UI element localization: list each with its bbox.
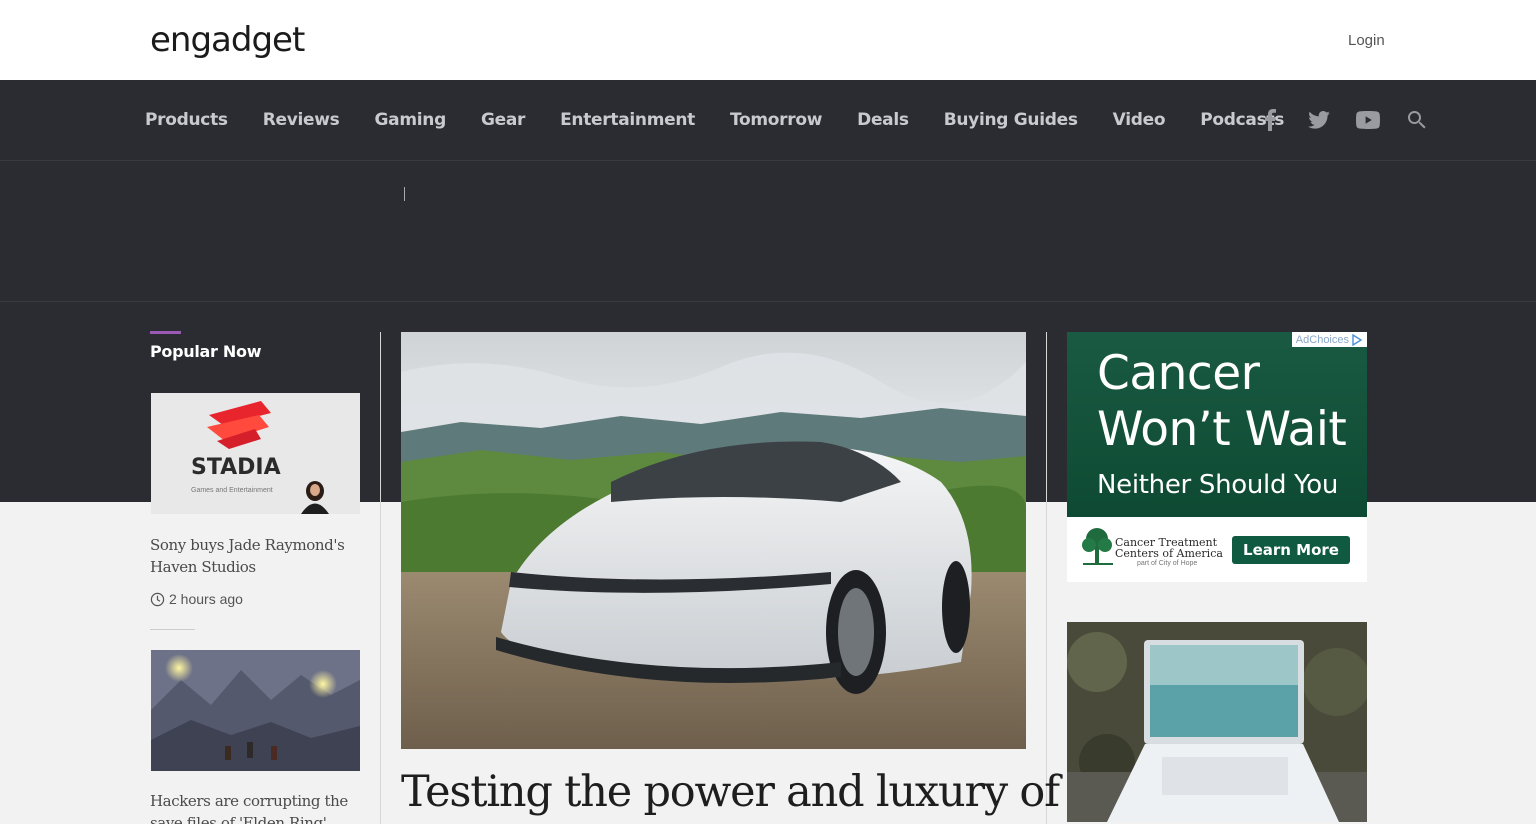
nav-item-video[interactable]: Video: [1113, 110, 1166, 130]
nav-links: Products Reviews Gaming Gear Entertainme…: [145, 80, 1319, 160]
ad-headline-line1: Cancer: [1097, 346, 1260, 401]
ad-org-sub: part of City of Hope: [1137, 560, 1198, 567]
login-link[interactable]: Login: [1348, 32, 1385, 49]
nav-item-entertainment[interactable]: Entertainment: [560, 110, 695, 130]
nav-item-deals[interactable]: Deals: [857, 110, 909, 130]
story-time-text: 2 hours ago: [169, 591, 243, 607]
social-links: [1258, 80, 1454, 160]
top-bar: engadget Login: [0, 0, 1536, 80]
sidebar-story-image[interactable]: [1067, 622, 1367, 822]
ad-org-name: Cancer Treatment Centers of America: [1115, 537, 1223, 559]
main-headline[interactable]: Testing the power and luxury of: [401, 764, 1060, 820]
ad-headline-line2: Won’t Wait: [1097, 402, 1347, 457]
stadia-thumb-subtext: Games and Entertainment: [191, 487, 273, 494]
engadget-logo[interactable]: engadget: [150, 20, 305, 60]
adchoices-icon: [1352, 333, 1363, 346]
column-divider: [380, 332, 381, 824]
hero-image[interactable]: [401, 332, 1026, 749]
stadia-thumb-text: STADIA: [191, 455, 281, 480]
facebook-icon[interactable]: [1258, 108, 1282, 132]
youtube-icon[interactable]: [1356, 108, 1380, 132]
learn-more-button[interactable]: Learn More: [1232, 536, 1350, 564]
tree-logo-icon: [1082, 528, 1113, 565]
story-title[interactable]: Hackers are corrupting the save files of…: [150, 790, 360, 824]
twitter-icon[interactable]: [1307, 108, 1331, 132]
nav-item-buying-guides[interactable]: Buying Guides: [944, 110, 1078, 130]
story-timestamp: 2 hours ago: [150, 591, 243, 607]
nav-item-products[interactable]: Products: [145, 110, 228, 130]
nav-item-gear[interactable]: Gear: [481, 110, 525, 130]
main-nav: Products Reviews Gaming Gear Entertainme…: [0, 80, 1536, 161]
story-thumbnail[interactable]: STADIA Games and Entertainment: [151, 393, 360, 514]
ad-bottom-panel: Cancer Treatment Centers of America part…: [1067, 517, 1367, 582]
adchoices-badge[interactable]: AdChoices: [1291, 332, 1367, 347]
adchoices-label: AdChoices: [1295, 333, 1349, 346]
story-divider: [150, 629, 195, 630]
popular-accent-bar: [150, 331, 181, 334]
ad-org-line2: Centers of America: [1115, 547, 1223, 560]
laptop-image: [1067, 622, 1367, 822]
ad-placeholder-mark: [404, 187, 405, 201]
stadia-thumbnail-image: STADIA Games and Entertainment: [151, 393, 360, 514]
ad-headline: Cancer Won’t Wait: [1097, 346, 1347, 458]
popular-now-heading: Popular Now: [150, 342, 262, 361]
ad-subline: Neither Should You: [1097, 470, 1339, 500]
lucid-air-car-image: [401, 332, 1026, 749]
search-icon[interactable]: [1405, 108, 1429, 132]
nav-item-tomorrow[interactable]: Tomorrow: [730, 110, 822, 130]
column-divider: [1046, 332, 1047, 824]
leaderboard-ad-slot: [0, 161, 1536, 302]
nav-item-gaming[interactable]: Gaming: [375, 110, 447, 130]
story-thumbnail[interactable]: [151, 650, 360, 771]
cancer-treatment-ad[interactable]: AdChoices Cancer Won’t Wait Neither Shou…: [1067, 332, 1367, 582]
nav-item-reviews[interactable]: Reviews: [263, 110, 340, 130]
clock-icon: [150, 592, 165, 606]
elden-ring-thumbnail-image: [151, 650, 360, 771]
story-title[interactable]: Sony buys Jade Raymond's Haven Studios: [150, 534, 360, 578]
